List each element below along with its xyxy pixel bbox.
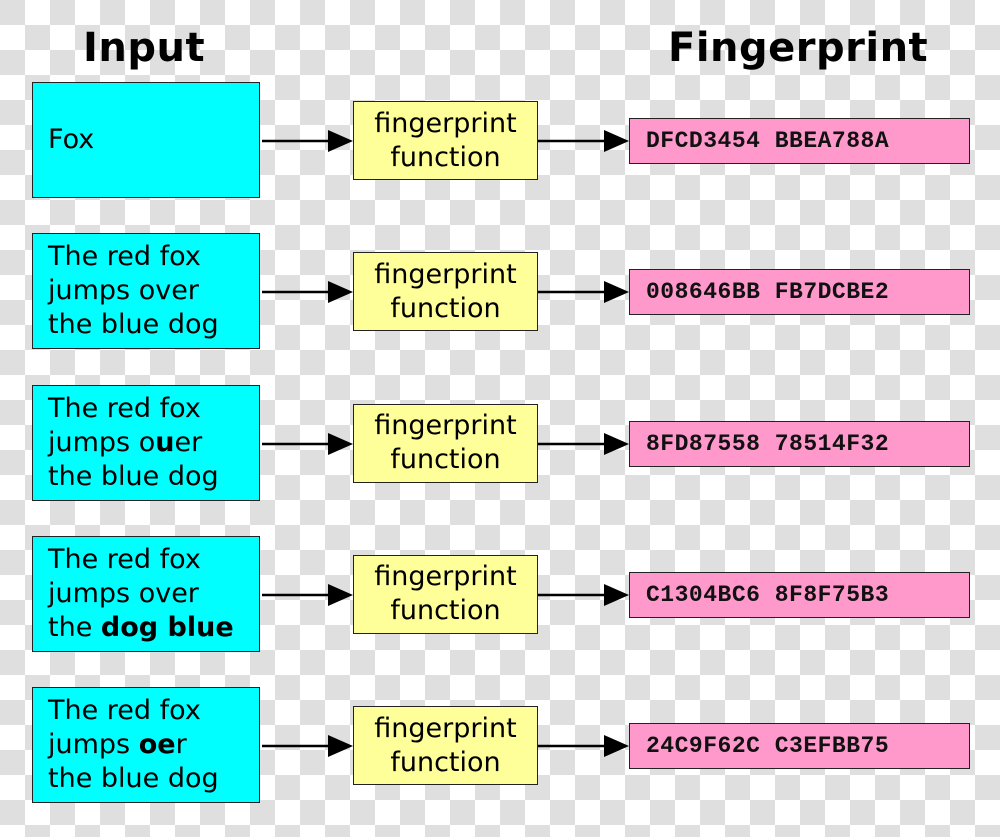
fingerprint-value: 8FD87558 78514F32: [629, 420, 970, 467]
diagram-row-5: The red fox jumps oer the blue dog fingerp…: [0, 687, 1000, 807]
function-label-line: fingerprint: [374, 258, 517, 290]
arrow-head-icon: [328, 735, 353, 758]
arrow-function-to-fingerprint: [538, 432, 629, 455]
function-label-line: function: [390, 292, 501, 324]
arrow-function-to-fingerprint: [538, 583, 629, 606]
diagram-row-2: The red fox jumps over the blue dog finger…: [0, 233, 1000, 353]
function-label-line: fingerprint: [374, 410, 517, 442]
function-label-line: function: [390, 746, 501, 778]
arrow-head-icon: [604, 432, 629, 455]
fingerprint-function-box: fingerprint function: [353, 101, 538, 180]
fingerprint-value: 008646BB FB7DCBE2: [629, 269, 970, 316]
arrow-function-to-fingerprint: [538, 130, 629, 152]
arrow-head-icon: [328, 432, 353, 455]
arrow-function-to-fingerprint: [538, 735, 629, 758]
fingerprint-function-box: fingerprint function: [353, 706, 538, 786]
fingerprint-heading: Fingerprint: [668, 25, 929, 71]
arrow-input-to-function: [262, 130, 353, 152]
diagram-row-1: Fox fingerprint function DFCD3454 BBEA78…: [0, 82, 1000, 202]
input-heading: Input: [83, 25, 206, 71]
function-label-line: fingerprint: [374, 712, 517, 744]
fingerprint-function-box: fingerprint function: [353, 252, 538, 332]
function-label-line: function: [390, 141, 501, 173]
function-label-line: fingerprint: [374, 107, 517, 139]
arrow-head-icon: [604, 281, 629, 304]
arrow-input-to-function: [262, 432, 353, 455]
arrow-head-icon: [328, 281, 353, 304]
diagram-row-4: The red fox jumps over the dog blue finger…: [0, 535, 1000, 656]
arrow-input-to-function: [262, 735, 353, 758]
fingerprint-function-box: fingerprint function: [353, 554, 538, 634]
arrow-input-to-function: [262, 281, 353, 304]
fingerprint-value: C1304BC6 8F8F75B3: [629, 571, 970, 618]
function-label-line: function: [390, 444, 501, 476]
arrow-function-to-fingerprint: [538, 281, 629, 304]
arrow-head-icon: [328, 583, 353, 606]
fingerprint-value: 24C9F62C C3EFBB75: [629, 723, 970, 770]
arrow-head-icon: [604, 583, 629, 606]
diagram-row-3: The red fox jumps ouer the blue dog finger…: [0, 384, 1000, 505]
function-label-line: function: [390, 595, 501, 627]
function-label-line: fingerprint: [374, 561, 517, 593]
arrow-head-icon: [604, 735, 629, 758]
arrow-head-icon: [604, 130, 629, 152]
arrow-input-to-function: [262, 583, 353, 606]
arrow-head-icon: [328, 130, 353, 152]
fingerprint-value: DFCD3454 BBEA788A: [629, 118, 970, 164]
fingerprint-function-box: fingerprint function: [353, 403, 538, 483]
